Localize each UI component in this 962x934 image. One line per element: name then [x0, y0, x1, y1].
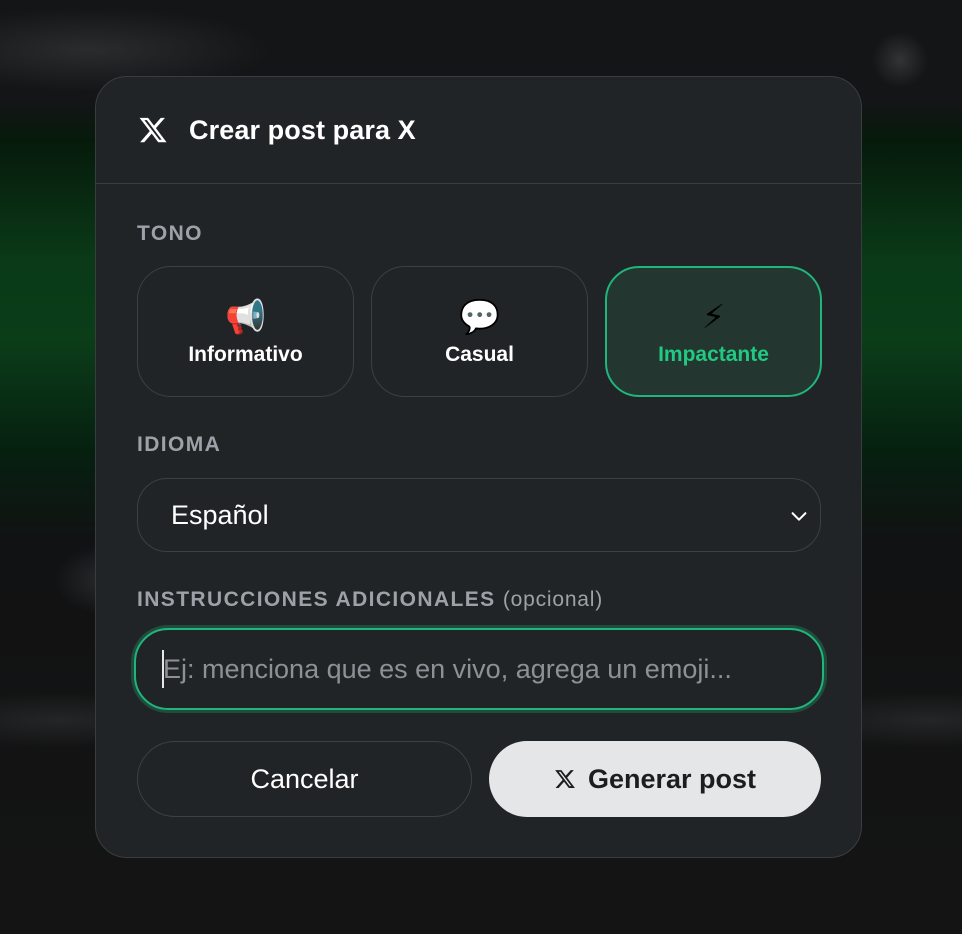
- tone-option-label: Informativo: [188, 342, 303, 366]
- lightning-icon: ⚡: [701, 297, 726, 335]
- dialog-title: Crear post para X: [189, 114, 416, 145]
- dialog-header: Crear post para X: [96, 77, 861, 184]
- speech-bubble-icon: 💬: [458, 297, 501, 335]
- tone-option-label: Impactante: [658, 342, 769, 366]
- tone-option-informativo[interactable]: 📢 Informativo: [137, 266, 354, 397]
- instructions-input[interactable]: [136, 630, 822, 708]
- x-logo-icon: [555, 770, 575, 788]
- tone-option-label: Casual: [445, 342, 514, 366]
- text-caret: [162, 650, 164, 688]
- dialog-actions: Cancelar Generar post: [137, 741, 821, 817]
- language-label: IDIOMA: [137, 433, 222, 456]
- instructions-label: INSTRUCCIONES ADICIONALES (opcional): [137, 588, 603, 612]
- megaphone-icon: 📢: [224, 297, 267, 335]
- generate-post-label: Generar post: [587, 763, 757, 794]
- chevron-down-icon: [791, 512, 807, 521]
- tone-option-impactante[interactable]: ⚡ Impactante: [605, 266, 822, 397]
- instructions-optional-text: (opcional): [502, 588, 604, 611]
- create-post-dialog: Crear post para X TONO 📢 Informativo 💬 C…: [95, 76, 862, 858]
- x-logo-icon: [139, 117, 167, 143]
- instructions-field-wrapper: [134, 628, 824, 710]
- tone-label: TONO: [137, 222, 203, 245]
- generate-post-button[interactable]: Generar post: [489, 741, 821, 817]
- language-select-value: Español: [171, 499, 269, 530]
- tone-option-casual[interactable]: 💬 Casual: [371, 266, 588, 397]
- language-select[interactable]: Español: [137, 478, 821, 552]
- tone-options: 📢 Informativo 💬 Casual ⚡ Impactante: [137, 266, 822, 397]
- instructions-label-text: INSTRUCCIONES ADICIONALES: [137, 588, 496, 611]
- cancel-button[interactable]: Cancelar: [137, 741, 472, 817]
